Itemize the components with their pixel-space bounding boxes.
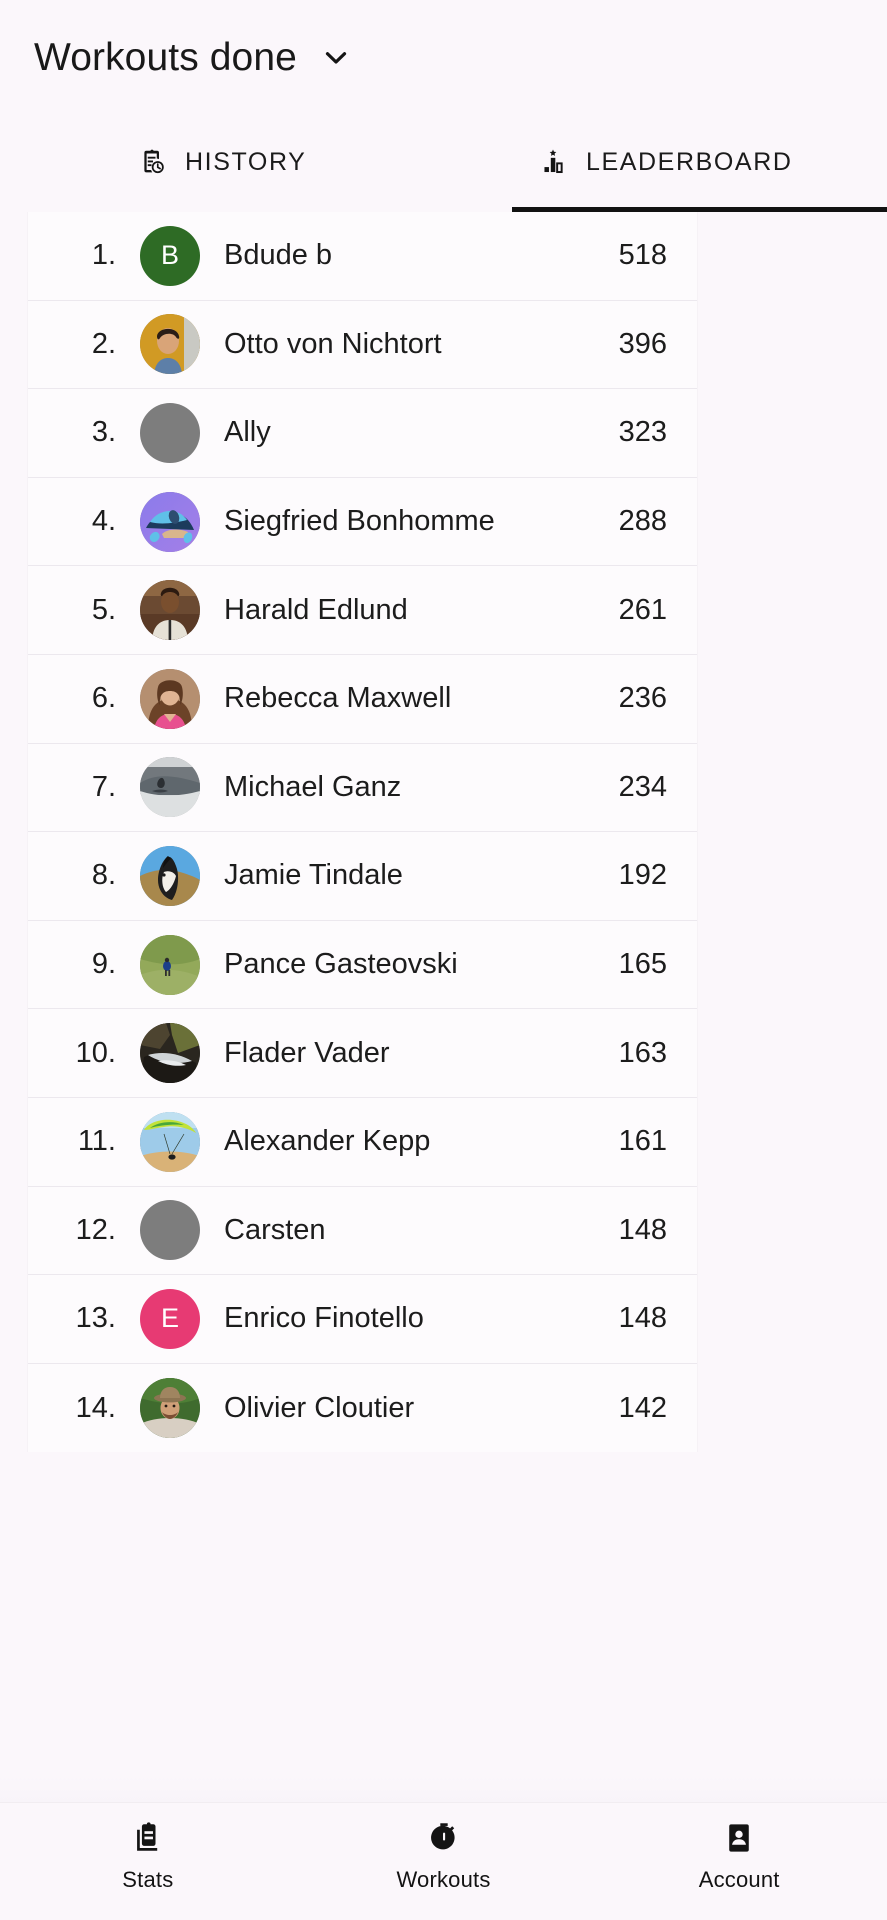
avatar-photo: [140, 845, 200, 906]
podium-star-icon: [538, 147, 568, 177]
player-score: 323: [618, 416, 667, 449]
player-score: 234: [618, 770, 667, 803]
leaderboard-row[interactable]: 1. B Bdude b 518: [28, 212, 697, 301]
nav-item-stats-label: Stats: [122, 1867, 174, 1892]
avatar-placeholder: [140, 1200, 200, 1261]
player-score: 165: [618, 948, 667, 981]
tab-history-label: HISTORY: [185, 147, 307, 176]
screen-header: Workouts done: [0, 0, 887, 116]
avatar-photo: [140, 314, 200, 375]
history-clipboard-icon: [137, 147, 167, 177]
rank-number: 3.: [91, 416, 116, 449]
leaderboard-list: 1. B Bdude b 518 2. Otto von Nichtort 396 3. Al…: [28, 212, 697, 1452]
player-score: 142: [618, 1391, 667, 1424]
leaderboard-scroll-area[interactable]: 1. B Bdude b 518 2. Otto von Nichtort 396 3. Al…: [0, 212, 887, 1452]
tab-leaderboard-label: LEADERBOARD: [585, 147, 793, 176]
avatar-photo: [140, 668, 200, 729]
rank-number: 11.: [77, 1125, 116, 1158]
rank-number: 4.: [91, 505, 116, 538]
nav-item-workouts[interactable]: Workouts: [296, 1821, 592, 1893]
player-score: 236: [618, 682, 667, 715]
player-name: Carsten: [224, 1213, 326, 1246]
leaderboard-row[interactable]: 5. Harald Edlund 261: [28, 566, 697, 655]
player-name: Ally: [224, 416, 271, 449]
avatar-initial-letter: B: [160, 240, 179, 271]
avatar-photo: [140, 491, 200, 552]
avatar-placeholder: [140, 402, 200, 463]
player-name: Jamie Tindale: [224, 859, 403, 892]
rank-number: 6.: [91, 682, 116, 715]
leaderboard-row[interactable]: 7. Michael Ganz 234: [28, 744, 697, 833]
player-name: Michael Ganz: [224, 770, 402, 803]
player-score: 288: [618, 505, 667, 538]
nav-item-account-label: Account: [698, 1867, 780, 1892]
chevron-down-icon[interactable]: [319, 41, 353, 75]
nav-item-account[interactable]: Account: [591, 1821, 887, 1893]
leaderboard-row[interactable]: 13. E Enrico Finotello 148: [28, 1275, 697, 1364]
leaderboard-row[interactable]: 4. Siegfried Bonhomme 288: [28, 478, 697, 567]
player-name: Pance Gasteovski: [224, 948, 458, 981]
leaderboard-row[interactable]: 11. Alexander Kepp 161: [28, 1098, 697, 1187]
clipboard-stats-icon: [131, 1821, 165, 1855]
rank-number: 1.: [91, 239, 116, 272]
player-score: 396: [618, 327, 667, 360]
player-name: Otto von Nichtort: [224, 327, 442, 360]
player-score: 161: [618, 1125, 667, 1158]
player-score: 148: [618, 1213, 667, 1246]
avatar-photo: [140, 1378, 200, 1439]
rank-number: 9.: [91, 948, 116, 981]
leaderboard-row[interactable]: 6. Rebecca Maxwell 236: [28, 655, 697, 744]
player-score: 192: [618, 859, 667, 892]
avatar-initial-letter: E: [160, 1303, 179, 1334]
rank-number: 10.: [75, 1036, 116, 1069]
leaderboard-row[interactable]: 10. Flader Vader 163: [28, 1009, 697, 1098]
player-name: Harald Edlund: [224, 593, 408, 626]
leaderboard-row[interactable]: 3. Ally 323: [28, 389, 697, 478]
player-name: Enrico Finotello: [224, 1302, 424, 1335]
player-name: Bdude b: [224, 239, 333, 272]
contact-card-icon: [722, 1821, 756, 1855]
leaderboard-row[interactable]: 8. Jamie Tindale 192: [28, 832, 697, 921]
nav-item-stats[interactable]: Stats: [0, 1821, 296, 1893]
player-score: 518: [618, 239, 667, 272]
rank-number: 12.: [75, 1213, 116, 1246]
avatar-initial: E: [140, 1288, 200, 1349]
player-score: 261: [618, 593, 667, 626]
avatar-photo: [140, 757, 200, 818]
leaderboard-row[interactable]: 14. Olivier Cloutier 142: [28, 1364, 697, 1452]
avatar-photo: [140, 580, 200, 641]
avatar-photo: [140, 934, 200, 995]
player-name: Flader Vader: [224, 1036, 390, 1069]
tab-bar: HISTORY LEADERBOARD: [0, 116, 887, 212]
rank-number: 13.: [75, 1302, 116, 1335]
player-score: 148: [618, 1302, 667, 1335]
rank-number: 8.: [91, 859, 116, 892]
player-name: Siegfried Bonhomme: [224, 505, 495, 538]
player-name: Rebecca Maxwell: [224, 682, 452, 715]
avatar-photo: [140, 1111, 200, 1172]
leaderboard-screen: Workouts done HISTORY LEADERBOARD 1. B B…: [0, 0, 887, 1920]
player-name: Alexander Kepp: [224, 1125, 431, 1158]
stopwatch-icon: [427, 1821, 461, 1855]
rank-number: 7.: [91, 770, 116, 803]
tab-leaderboard[interactable]: LEADERBOARD: [444, 116, 887, 212]
player-score: 163: [618, 1036, 667, 1069]
avatar-photo: [140, 1023, 200, 1084]
avatar-initial: B: [140, 225, 200, 286]
leaderboard-row[interactable]: 12. Carsten 148: [28, 1187, 697, 1276]
rank-number: 5.: [91, 593, 116, 626]
player-name: Olivier Cloutier: [224, 1391, 415, 1424]
rank-number: 2.: [91, 327, 116, 360]
nav-item-workouts-label: Workouts: [396, 1867, 491, 1892]
leaderboard-row[interactable]: 9. Pance Gasteovski 165: [28, 921, 697, 1010]
leaderboard-row[interactable]: 2. Otto von Nichtort 396: [28, 301, 697, 390]
bottom-navigation-bar: Stats Workouts Account: [0, 1802, 887, 1920]
rank-number: 14.: [75, 1391, 116, 1424]
tab-history[interactable]: HISTORY: [0, 116, 444, 212]
page-title: Workouts done: [34, 36, 297, 79]
scroll-fade: [0, 1776, 887, 1802]
